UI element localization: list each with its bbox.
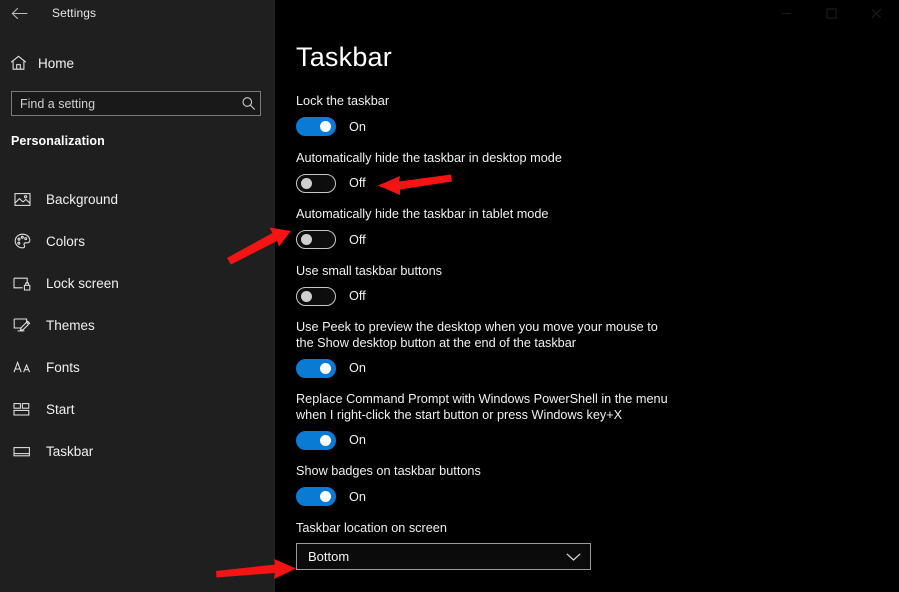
toggle-replace-command-prompt[interactable] (296, 430, 336, 450)
toggle-lock-the-taskbar[interactable] (296, 117, 336, 136)
toggle-knob (301, 177, 312, 189)
setting-label: Show badges on taskbar buttons (296, 464, 481, 478)
chevron-down-icon (566, 552, 581, 562)
close-button[interactable] (854, 0, 899, 26)
sidebar-item-start[interactable]: Start (0, 388, 275, 430)
page-title: Taskbar (296, 42, 392, 72)
setting-auto-hide-tablet-mode: Automatically hide the taskbar in tablet… (296, 207, 876, 250)
toggle-row: Off (296, 286, 876, 306)
sidebar-item-themes[interactable]: Themes (0, 304, 275, 346)
sidebar-item-taskbar-label: Taskbar (46, 443, 94, 459)
setting-label: Replace Command Prompt with Windows Powe… (296, 392, 668, 422)
sidebar-item-background[interactable]: Background (0, 178, 275, 220)
setting-label: Automatically hide the taskbar in deskto… (296, 150, 562, 165)
taskbar-location-dropdown[interactable]: Bottom (296, 543, 591, 570)
toggle-state-label: Off (349, 176, 366, 190)
maximize-button[interactable] (809, 0, 854, 26)
setting-label: Use Peek to preview the desktop when you… (296, 320, 658, 350)
sidebar-item-taskbar[interactable]: Taskbar (0, 430, 275, 472)
sidebar-item-colors[interactable]: Colors (0, 220, 275, 262)
sidebar-item-fonts-label: Fonts (46, 359, 80, 375)
toggle-show-badges[interactable] (296, 487, 336, 506)
setting-label: Automatically hide the taskbar in tablet… (296, 207, 549, 221)
toggle-state-label: On (349, 119, 366, 134)
sidebar-item-themes-label: Themes (46, 317, 95, 333)
toggle-state-label: Off (349, 232, 366, 247)
sidebar-item-background-label: Background (46, 191, 119, 207)
sidebar-item-fonts[interactable]: Fonts (0, 346, 275, 388)
toggle-use-peek[interactable] (296, 358, 336, 378)
toggle-knob (320, 362, 331, 374)
themes-brush-icon (8, 317, 36, 333)
toggle-knob (301, 234, 312, 245)
toggle-knob (320, 491, 331, 502)
search-box[interactable] (11, 91, 261, 116)
toggle-row: On (296, 487, 876, 507)
app-title: Settings (52, 6, 97, 20)
setting-use-peek: Use Peek to preview the desktop when you… (296, 320, 876, 378)
picture-icon (8, 192, 36, 207)
window-controls (275, 0, 899, 26)
toggle-row: On (296, 358, 876, 378)
setting-lock-the-taskbar: Lock the taskbar On (296, 94, 876, 137)
setting-show-badges: Show badges on taskbar buttons On (296, 464, 876, 507)
window-titlebar: Settings (0, 0, 899, 26)
home-icon (0, 55, 36, 71)
main-content: Taskbar Lock the taskbar On Automaticall… (275, 26, 899, 592)
toggle-use-small-taskbar-buttons[interactable] (296, 286, 336, 306)
toggle-auto-hide-tablet-mode[interactable] (296, 230, 336, 249)
lock-screen-icon (8, 276, 36, 291)
sidebar-section-title: Personalization (11, 134, 105, 148)
setting-taskbar-location: Taskbar location on screen Bottom (296, 520, 876, 570)
sidebar-item-lock-screen[interactable]: Lock screen (0, 262, 275, 304)
setting-use-small-taskbar-buttons: Use small taskbar buttons Off (296, 264, 876, 307)
toggle-auto-hide-desktop-mode[interactable] (296, 173, 336, 193)
dropdown-selected-value: Bottom (308, 549, 350, 564)
settings-list: Lock the taskbar On Automatically hide t… (296, 94, 876, 584)
titlebar-left-region: Settings (0, 0, 275, 26)
sidebar: Home Personalization Background (0, 26, 275, 592)
palette-icon (8, 233, 36, 249)
toggle-state-label: On (349, 361, 366, 375)
toggle-knob (320, 434, 331, 446)
sidebar-item-home[interactable]: Home (0, 48, 275, 78)
setting-label: Lock the taskbar (296, 94, 390, 108)
minimize-button[interactable] (764, 0, 809, 26)
toggle-row: Off (296, 173, 876, 193)
toggle-state-label: On (349, 489, 366, 504)
setting-auto-hide-desktop-mode: Automatically hide the taskbar in deskto… (296, 151, 876, 194)
search-icon[interactable] (236, 96, 260, 111)
sidebar-item-start-label: Start (46, 401, 75, 417)
setting-label: Taskbar location on screen (296, 520, 447, 535)
toggle-knob (301, 290, 312, 302)
toggle-row: On (296, 430, 876, 450)
toggle-state-label: On (349, 433, 366, 447)
taskbar-icon (8, 445, 36, 458)
sidebar-nav-list: Background Colors Lock screen Themes Fon… (0, 178, 275, 472)
sidebar-item-home-label: Home (38, 55, 75, 71)
fonts-aa-icon (8, 360, 36, 375)
setting-replace-command-prompt: Replace Command Prompt with Windows Powe… (296, 392, 876, 450)
toggle-row: On (296, 117, 876, 137)
search-input[interactable] (12, 96, 236, 111)
setting-label: Use small taskbar buttons (296, 263, 442, 278)
toggle-row: Off (296, 230, 876, 250)
toggle-state-label: Off (349, 289, 366, 303)
start-grid-icon (8, 402, 36, 417)
back-arrow-icon[interactable] (0, 0, 38, 26)
sidebar-item-colors-label: Colors (46, 233, 86, 249)
toggle-knob (320, 121, 331, 132)
sidebar-item-lock-screen-label: Lock screen (46, 275, 119, 291)
